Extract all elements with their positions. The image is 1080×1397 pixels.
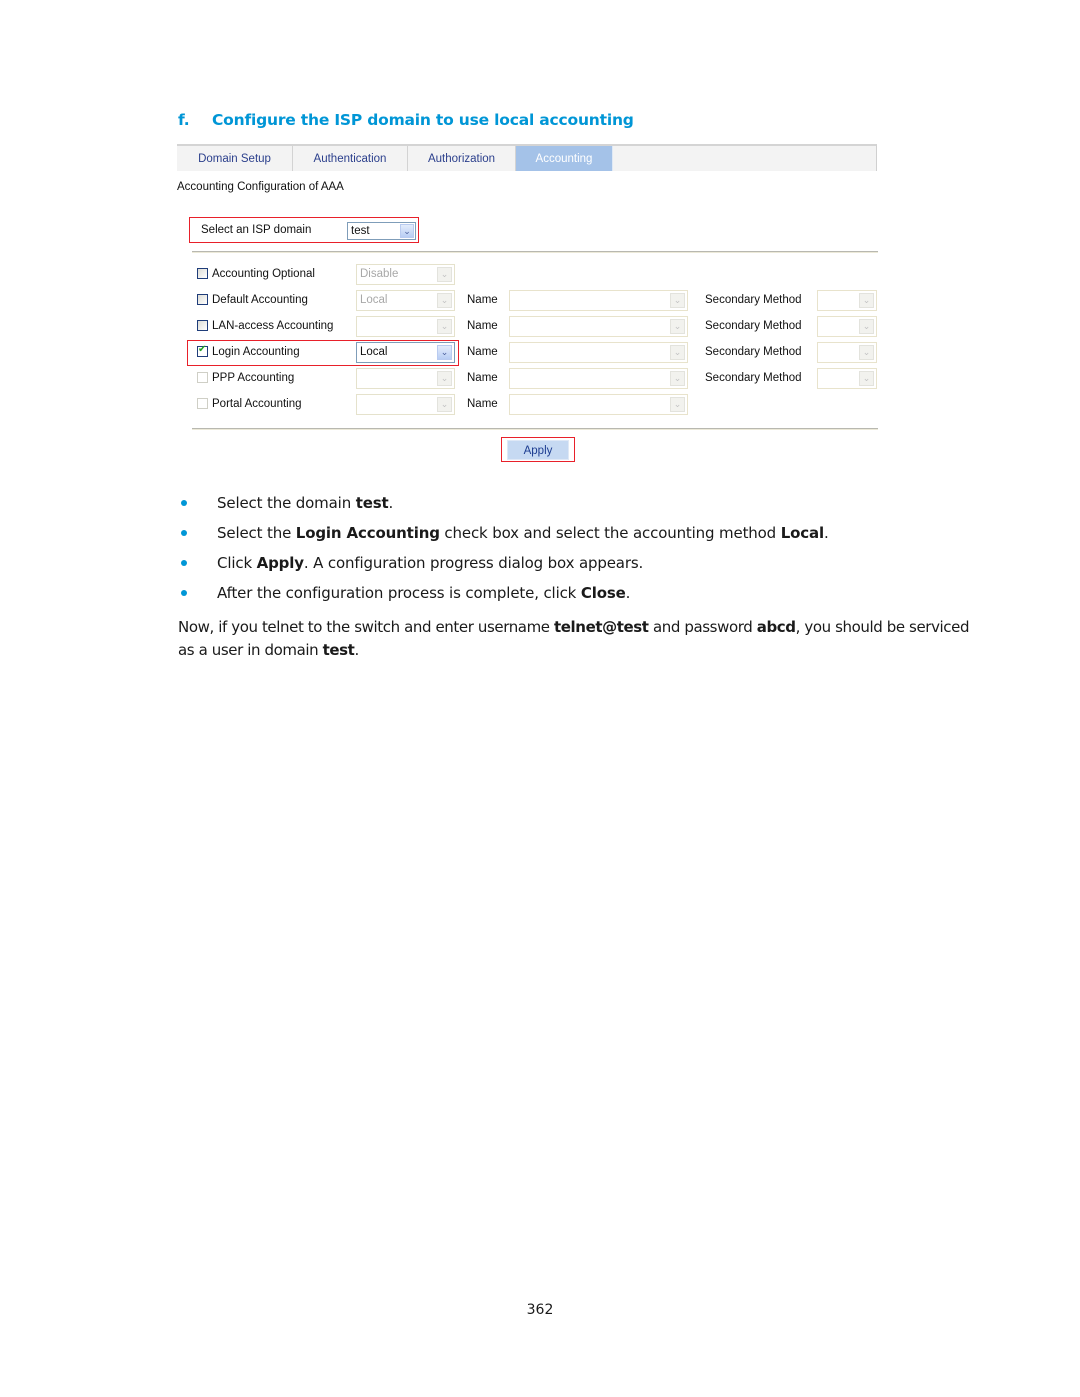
section-number: f.: [178, 111, 190, 129]
tab-domain-setup[interactable]: Domain Setup: [177, 146, 293, 171]
chevron-down-icon[interactable]: ⌄: [670, 371, 685, 386]
login-accounting-secondary-select[interactable]: ⌄: [817, 342, 877, 363]
accounting-optional-select[interactable]: Disable ⌄: [356, 264, 455, 285]
emphasis-text: test: [322, 641, 355, 659]
lan-access-accounting-method-select[interactable]: ⌄: [356, 316, 455, 337]
bullet-icon: [181, 560, 187, 566]
portal-accounting-row: Portal Accounting ⌄ Name ⌄: [177, 394, 878, 416]
secondary-method-label: Secondary Method: [705, 372, 802, 384]
chevron-down-icon[interactable]: ⌄: [437, 371, 452, 386]
tab-authorization[interactable]: Authorization: [408, 146, 516, 171]
step-item: After the configuration process is compl…: [178, 582, 829, 612]
step-item: Click Apply. A configuration progress di…: [178, 552, 829, 582]
chevron-down-icon[interactable]: ⌄: [670, 293, 685, 308]
emphasis-text: abcd: [756, 618, 796, 636]
ppp-accounting-row: PPP Accounting ⌄ Name ⌄ Secondary Method…: [177, 368, 878, 390]
lan-access-accounting-secondary-select[interactable]: ⌄: [817, 316, 877, 337]
accounting-optional-row: Accounting Optional Disable ⌄: [177, 264, 878, 286]
secondary-method-label: Secondary Method: [705, 320, 802, 332]
bullet-icon: [181, 530, 187, 536]
ppp-accounting-checkbox[interactable]: [197, 372, 208, 383]
secondary-method-label: Secondary Method: [705, 294, 802, 306]
portal-accounting-label: Portal Accounting: [212, 398, 302, 410]
lan-access-accounting-label: LAN-access Accounting: [212, 320, 334, 332]
default-accounting-method-select[interactable]: Local ⌄: [356, 290, 455, 311]
apply-button[interactable]: Apply: [507, 440, 569, 460]
ppp-accounting-method-select[interactable]: ⌄: [356, 368, 455, 389]
panel-subtitle: Accounting Configuration of AAA: [177, 181, 344, 193]
name-label: Name: [467, 294, 498, 306]
accounting-optional-value: Disable: [360, 268, 399, 280]
apply-highlight: Apply: [501, 437, 575, 462]
emphasis-text: test: [355, 494, 389, 512]
divider: [192, 428, 878, 430]
chevron-down-icon[interactable]: ⌄: [437, 397, 452, 412]
login-accounting-checkbox[interactable]: [197, 344, 208, 357]
chevron-down-icon[interactable]: ⌄: [437, 267, 452, 282]
chevron-down-icon[interactable]: ⌄: [437, 345, 452, 360]
login-accounting-name-select[interactable]: ⌄: [509, 342, 688, 363]
default-accounting-checkbox[interactable]: [197, 294, 208, 305]
login-accounting-label: Login Accounting: [212, 346, 300, 358]
emphasis-text: Local: [780, 524, 824, 542]
ppp-accounting-label: PPP Accounting: [212, 372, 295, 384]
default-accounting-name-select[interactable]: ⌄: [509, 290, 688, 311]
portal-accounting-name-select[interactable]: ⌄: [509, 394, 688, 415]
lan-access-accounting-checkbox[interactable]: [197, 320, 208, 331]
section-heading: f. Configure the ISP domain to use local …: [178, 111, 634, 129]
divider: [192, 251, 878, 253]
login-accounting-row: Login Accounting Local ⌄ Name ⌄ Secondar…: [177, 342, 878, 364]
ppp-accounting-name-select[interactable]: ⌄: [509, 368, 688, 389]
result-paragraph: Now, if you telnet to the switch and ent…: [178, 618, 970, 659]
chevron-down-icon[interactable]: ⌄: [859, 371, 874, 386]
bullet-icon: [181, 500, 187, 506]
bullet-icon: [181, 590, 187, 596]
portal-accounting-checkbox[interactable]: [197, 398, 208, 409]
chevron-down-icon[interactable]: ⌄: [437, 293, 452, 308]
lan-access-accounting-row: LAN-access Accounting ⌄ Name ⌄ Secondary…: [177, 316, 878, 338]
chevron-down-icon[interactable]: ⌄: [859, 319, 874, 334]
name-label: Name: [467, 372, 498, 384]
isp-domain-value: test: [351, 225, 370, 237]
step-item: Select the domain test.: [178, 492, 829, 522]
default-accounting-label: Default Accounting: [212, 294, 308, 306]
section-title: Configure the ISP domain to use local ac…: [212, 111, 634, 129]
chevron-down-icon[interactable]: ⌄: [400, 224, 414, 238]
chevron-down-icon[interactable]: ⌄: [437, 319, 452, 334]
isp-domain-select[interactable]: test ⌄: [347, 222, 416, 240]
isp-domain-label: Select an ISP domain: [201, 224, 312, 236]
chevron-down-icon[interactable]: ⌄: [670, 319, 685, 334]
name-label: Name: [467, 346, 498, 358]
accounting-optional-checkbox[interactable]: [197, 268, 208, 279]
emphasis-text: Apply: [256, 554, 304, 572]
default-accounting-row: Default Accounting Local ⌄ Name ⌄ Second…: [177, 290, 878, 312]
emphasis-text: telnet@test: [554, 618, 649, 636]
chevron-down-icon[interactable]: ⌄: [670, 345, 685, 360]
name-label: Name: [467, 398, 498, 410]
step-list: Select the domain test. Select the Login…: [178, 492, 829, 612]
default-accounting-method-value: Local: [360, 294, 388, 306]
isp-domain-highlight: Select an ISP domain test ⌄: [189, 217, 419, 243]
chevron-down-icon[interactable]: ⌄: [670, 397, 685, 412]
portal-accounting-method-select[interactable]: ⌄: [356, 394, 455, 415]
login-accounting-method-value: Local: [360, 346, 388, 358]
step-item: Select the Login Accounting check box an…: [178, 522, 829, 552]
accounting-optional-label: Accounting Optional: [212, 268, 315, 280]
secondary-method-label: Secondary Method: [705, 346, 802, 358]
emphasis-text: Close: [580, 584, 626, 602]
name-label: Name: [467, 320, 498, 332]
lan-access-accounting-name-select[interactable]: ⌄: [509, 316, 688, 337]
login-accounting-method-select[interactable]: Local ⌄: [356, 342, 455, 363]
ppp-accounting-secondary-select[interactable]: ⌄: [817, 368, 877, 389]
chevron-down-icon[interactable]: ⌄: [859, 345, 874, 360]
default-accounting-secondary-select[interactable]: ⌄: [817, 290, 877, 311]
tab-accounting[interactable]: Accounting: [516, 146, 613, 171]
tab-authentication[interactable]: Authentication: [293, 146, 408, 171]
chevron-down-icon[interactable]: ⌄: [859, 293, 874, 308]
emphasis-text: Login Accounting: [295, 524, 440, 542]
page-number: 362: [526, 1302, 554, 1318]
tab-bar: Domain Setup Authentication Authorizatio…: [177, 144, 877, 171]
